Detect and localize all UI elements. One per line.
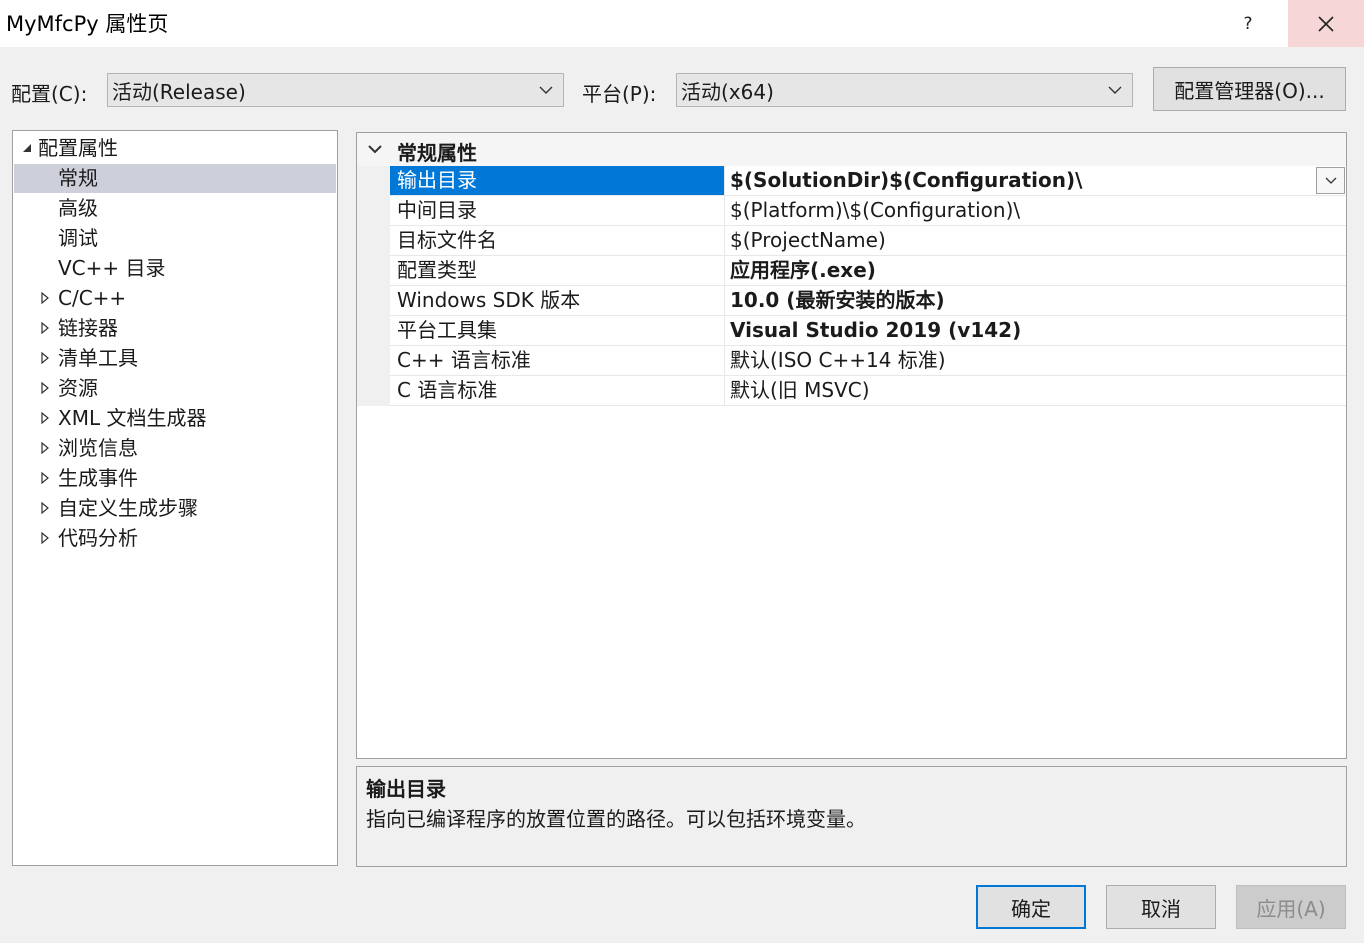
platform-label: 平台(P): — [582, 82, 657, 106]
tree-item-c-cpp[interactable]: C/C++ — [58, 283, 126, 313]
property-name: Windows SDK 版本 — [397, 288, 581, 312]
config-value: 活动(Release) — [112, 79, 246, 104]
column-divider — [724, 286, 725, 315]
close-button[interactable] — [1288, 0, 1364, 47]
apply-button[interactable]: 应用(A) — [1236, 885, 1346, 929]
close-icon — [1318, 15, 1334, 32]
cancel-button[interactable]: 取消 — [1106, 885, 1216, 929]
tree-item-xml-doc-generator[interactable]: XML 文档生成器 — [58, 403, 206, 433]
tree-item-linker[interactable]: 链接器 — [58, 313, 118, 343]
column-divider — [724, 166, 725, 195]
property-row-config-type[interactable]: 配置类型 应用程序(.exe) — [390, 256, 1346, 286]
tree-item-general[interactable]: 常规 — [58, 163, 98, 193]
property-value[interactable]: 应用程序(.exe) — [730, 256, 876, 285]
tree-item-code-analysis[interactable]: 代码分析 — [58, 523, 138, 553]
title-bar — [0, 0, 1364, 47]
tree-item-advanced[interactable]: 高级 — [58, 193, 98, 223]
property-row-cpp-standard[interactable]: C++ 语言标准 默认(ISO C++14 标准) — [390, 346, 1346, 376]
property-grid: 常规属性 输出目录 $(SolutionDir)$(Configuration)… — [356, 132, 1347, 759]
property-name: C 语言标准 — [397, 378, 498, 402]
column-divider — [724, 346, 725, 375]
property-value[interactable]: 默认(旧 MSVC) — [730, 376, 870, 405]
expand-triangle-icon[interactable] — [39, 412, 51, 424]
property-value[interactable]: Visual Studio 2019 (v142) — [730, 316, 1021, 345]
chevron-down-icon — [1106, 80, 1124, 100]
chevron-down-icon[interactable] — [368, 144, 382, 154]
property-value[interactable]: $(Platform)\$(Configuration)\ — [730, 196, 1020, 225]
collapse-triangle-icon[interactable] — [21, 142, 33, 154]
expand-triangle-icon[interactable] — [39, 442, 51, 454]
expand-triangle-icon[interactable] — [39, 352, 51, 364]
tree-item-vc-directories[interactable]: VC++ 目录 — [58, 253, 166, 283]
property-value[interactable]: $(SolutionDir)$(Configuration)\ — [730, 166, 1082, 195]
tree-item-debugging[interactable]: 调试 — [58, 223, 98, 253]
help-button[interactable]: ? — [1216, 0, 1280, 47]
description-text: 指向已编译程序的放置位置的路径。可以包括环境变量。 — [366, 807, 866, 831]
expand-triangle-icon[interactable] — [39, 502, 51, 514]
property-value[interactable]: $(ProjectName) — [730, 226, 886, 255]
description-title: 输出目录 — [366, 777, 446, 801]
platform-value: 活动(x64) — [681, 79, 774, 104]
property-row-c-standard[interactable]: C 语言标准 默认(旧 MSVC) — [390, 376, 1346, 406]
tree-item-manifest-tool[interactable]: 清单工具 — [58, 343, 138, 373]
value-dropdown-button[interactable] — [1316, 167, 1345, 194]
ok-button[interactable]: 确定 — [976, 885, 1086, 929]
expand-triangle-icon[interactable] — [39, 292, 51, 304]
property-row-sdk-version[interactable]: Windows SDK 版本 10.0 (最新安装的版本) — [390, 286, 1346, 316]
column-divider — [724, 226, 725, 255]
chevron-down-icon — [537, 80, 555, 100]
tree-item-build-events[interactable]: 生成事件 — [58, 463, 138, 493]
expand-triangle-icon[interactable] — [39, 472, 51, 484]
tree-item-custom-build-step[interactable]: 自定义生成步骤 — [58, 493, 198, 523]
column-divider — [724, 376, 725, 405]
property-name: 目标文件名 — [397, 228, 497, 252]
chevron-down-icon — [1325, 177, 1336, 184]
property-row-toolset[interactable]: 平台工具集 Visual Studio 2019 (v142) — [390, 316, 1346, 346]
column-divider — [724, 316, 725, 345]
config-label: 配置(C): — [11, 82, 88, 106]
property-name: 配置类型 — [397, 258, 477, 282]
property-tree: 配置属性 常规 高级 调试 VC++ 目录 C/C++ 链接器 清单工具 资源 … — [12, 130, 338, 866]
column-divider — [724, 256, 725, 285]
property-name: 中间目录 — [397, 198, 477, 222]
category-title: 常规属性 — [397, 141, 477, 165]
column-divider — [724, 196, 725, 225]
tree-item-browse-info[interactable]: 浏览信息 — [58, 433, 138, 463]
property-value[interactable]: 默认(ISO C++14 标准) — [730, 346, 946, 375]
platform-dropdown[interactable]: 活动(x64) — [676, 73, 1133, 107]
property-name: 输出目录 — [397, 168, 477, 192]
property-value[interactable]: 10.0 (最新安装的版本) — [730, 286, 945, 315]
grid-gutter — [357, 166, 390, 406]
property-name: C++ 语言标准 — [397, 348, 531, 372]
tree-root-config-properties[interactable]: 配置属性 — [38, 133, 118, 163]
window-title: MyMfcPy 属性页 — [6, 12, 169, 36]
expand-triangle-icon[interactable] — [39, 532, 51, 544]
config-dropdown[interactable]: 活动(Release) — [107, 73, 564, 107]
expand-triangle-icon[interactable] — [39, 382, 51, 394]
config-manager-button[interactable]: 配置管理器(O)... — [1153, 67, 1346, 111]
property-row-output-dir[interactable]: 输出目录 $(SolutionDir)$(Configuration)\ — [390, 166, 1346, 196]
description-panel: 输出目录 指向已编译程序的放置位置的路径。可以包括环境变量。 — [356, 766, 1347, 867]
property-row-target-name[interactable]: 目标文件名 $(ProjectName) — [390, 226, 1346, 256]
category-header[interactable]: 常规属性 — [357, 133, 1346, 166]
tree-item-resources[interactable]: 资源 — [58, 373, 98, 403]
expand-triangle-icon[interactable] — [39, 322, 51, 334]
property-name: 平台工具集 — [397, 318, 497, 342]
property-row-intermediate-dir[interactable]: 中间目录 $(Platform)\$(Configuration)\ — [390, 196, 1346, 226]
